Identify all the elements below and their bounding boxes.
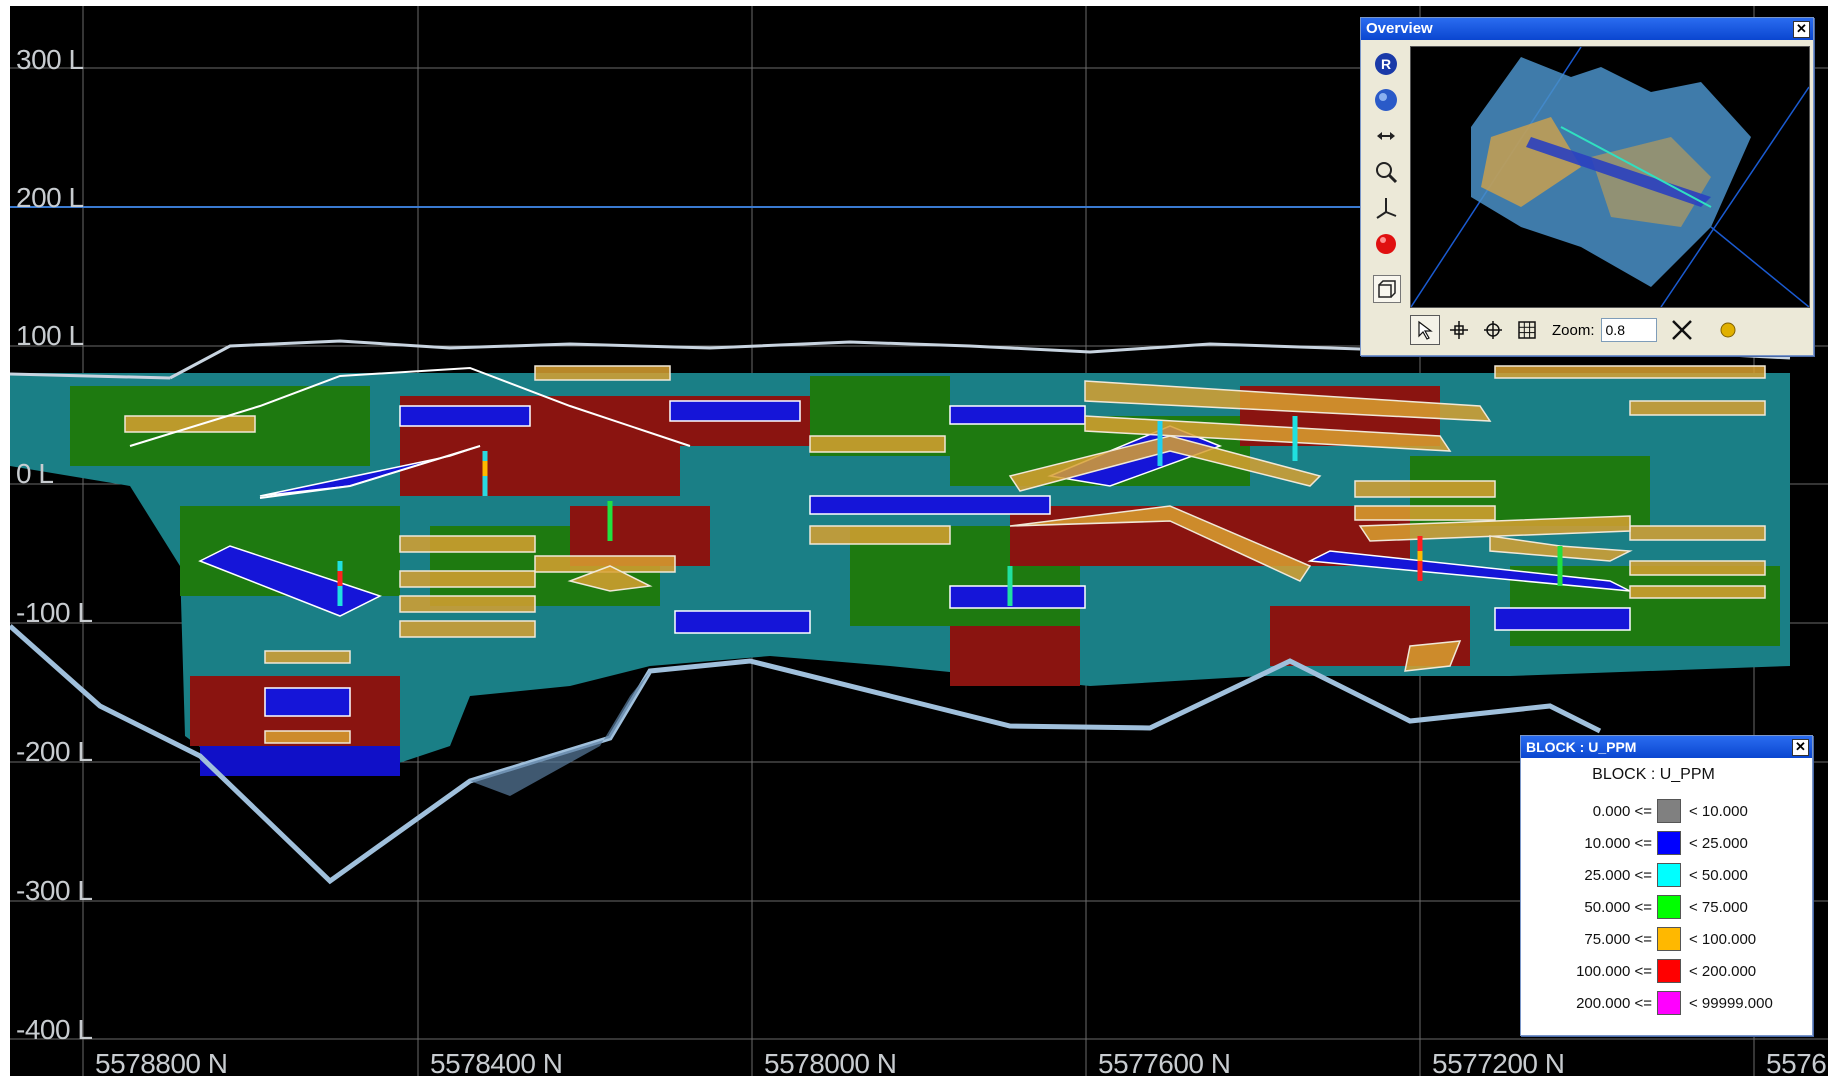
legend-title: BLOCK : U_PPM	[1526, 739, 1637, 755]
zoom-label: Zoom:	[1552, 321, 1595, 339]
legend-upper-bound: < 75.000	[1689, 899, 1748, 916]
grid-icon[interactable]	[1512, 315, 1542, 345]
northing-label-5576: 5576	[1766, 1048, 1827, 1076]
legend-color-swatch	[1657, 959, 1681, 983]
legend-lower-bound: 50.000 <=	[1584, 899, 1652, 916]
elevation-label-300: 300 L	[16, 44, 84, 75]
elevation-label-neg300: -300 L	[16, 875, 93, 906]
legend-row: 10.000 <= < 25.000	[1521, 831, 1812, 857]
elevation-label-neg100: -100 L	[16, 597, 93, 628]
legend-upper-bound: < 200.000	[1689, 963, 1757, 980]
select-arrow-icon[interactable]	[1410, 315, 1440, 345]
reset-x-icon[interactable]	[1667, 315, 1697, 345]
rotate-icon[interactable]: R	[1373, 51, 1399, 77]
overview-model-render	[1410, 46, 1810, 308]
overview-bottom-toolbar: Zoom:	[1410, 310, 1810, 350]
legend-upper-bound: < 10.000	[1689, 803, 1748, 820]
legend-lower-bound: 100.000 <=	[1576, 963, 1652, 980]
crosshair-icon[interactable]	[1444, 315, 1474, 345]
legend-heading: BLOCK : U_PPM	[1592, 766, 1715, 783]
legend-upper-bound: < 50.000	[1689, 867, 1748, 884]
elevation-label-neg400: -400 L	[16, 1014, 93, 1045]
northing-label-5578800: 5578800 N	[95, 1048, 228, 1076]
svg-text:R: R	[1381, 56, 1391, 72]
globe-icon[interactable]	[1373, 87, 1399, 113]
legend-lower-bound: 25.000 <=	[1584, 867, 1652, 884]
legend-color-swatch	[1657, 895, 1681, 919]
legend-window[interactable]: BLOCK : U_PPM ✕ BLOCK : U_PPM 0.000 <= < …	[1520, 735, 1813, 1036]
legend-upper-bound: < 25.000	[1689, 835, 1748, 852]
elevation-label-100: 100 L	[16, 320, 84, 351]
legend-row: 200.000 <= < 99999.000	[1521, 991, 1812, 1017]
axis-icon[interactable]	[1373, 195, 1399, 221]
box-view-icon[interactable]	[1373, 275, 1401, 303]
legend-lower-bound: 10.000 <=	[1584, 835, 1652, 852]
northing-label-5578400: 5578400 N	[430, 1048, 563, 1076]
overview-close-button[interactable]: ✕	[1793, 21, 1810, 38]
red-sphere-icon[interactable]	[1373, 231, 1399, 257]
legend-row: 50.000 <= < 75.000	[1521, 895, 1812, 921]
overview-title-bar[interactable]: Overview ✕	[1361, 18, 1813, 40]
light-icon[interactable]	[1713, 315, 1743, 345]
legend-lower-bound: 75.000 <=	[1584, 931, 1652, 948]
legend-lower-bound: 0.000 <=	[1592, 803, 1652, 820]
legend-upper-bound: < 100.000	[1689, 931, 1757, 948]
elevation-label-neg200: -200 L	[16, 736, 93, 767]
legend-color-swatch	[1657, 863, 1681, 887]
pan-arrows-icon[interactable]	[1373, 123, 1399, 149]
northing-label-5578000: 5578000 N	[764, 1048, 897, 1076]
northing-label-5577200: 5577200 N	[1432, 1048, 1565, 1076]
overview-3d-view[interactable]	[1410, 46, 1810, 308]
legend-color-swatch	[1657, 799, 1681, 823]
legend-row: 25.000 <= < 50.000	[1521, 863, 1812, 889]
magnifier-icon[interactable]	[1373, 159, 1399, 185]
legend-row: 100.000 <= < 200.000	[1521, 959, 1812, 985]
legend-row: 75.000 <= < 100.000	[1521, 927, 1812, 953]
target-icon[interactable]	[1478, 315, 1508, 345]
zoom-input[interactable]	[1600, 318, 1657, 342]
elevation-label-200: 200 L	[16, 182, 84, 213]
elevation-label-0: 0 L	[16, 458, 54, 489]
legend-color-swatch	[1657, 831, 1681, 855]
northing-label-5577600: 5577600 N	[1098, 1048, 1231, 1076]
legend-color-swatch	[1657, 991, 1681, 1015]
overview-window[interactable]: Overview ✕ R Zoom: 0.8	[1360, 17, 1814, 356]
legend-upper-bound: < 99999.000	[1689, 995, 1773, 1012]
legend-title-bar[interactable]: BLOCK : U_PPM ✕	[1521, 736, 1812, 758]
legend-row: 0.000 <= < 10.000	[1521, 799, 1812, 825]
overview-side-toolbar: R	[1363, 43, 1409, 330]
legend-close-button[interactable]: ✕	[1792, 739, 1809, 756]
overview-title: Overview	[1366, 20, 1433, 37]
legend-lower-bound: 200.000 <=	[1576, 995, 1652, 1012]
legend-color-swatch	[1657, 927, 1681, 951]
